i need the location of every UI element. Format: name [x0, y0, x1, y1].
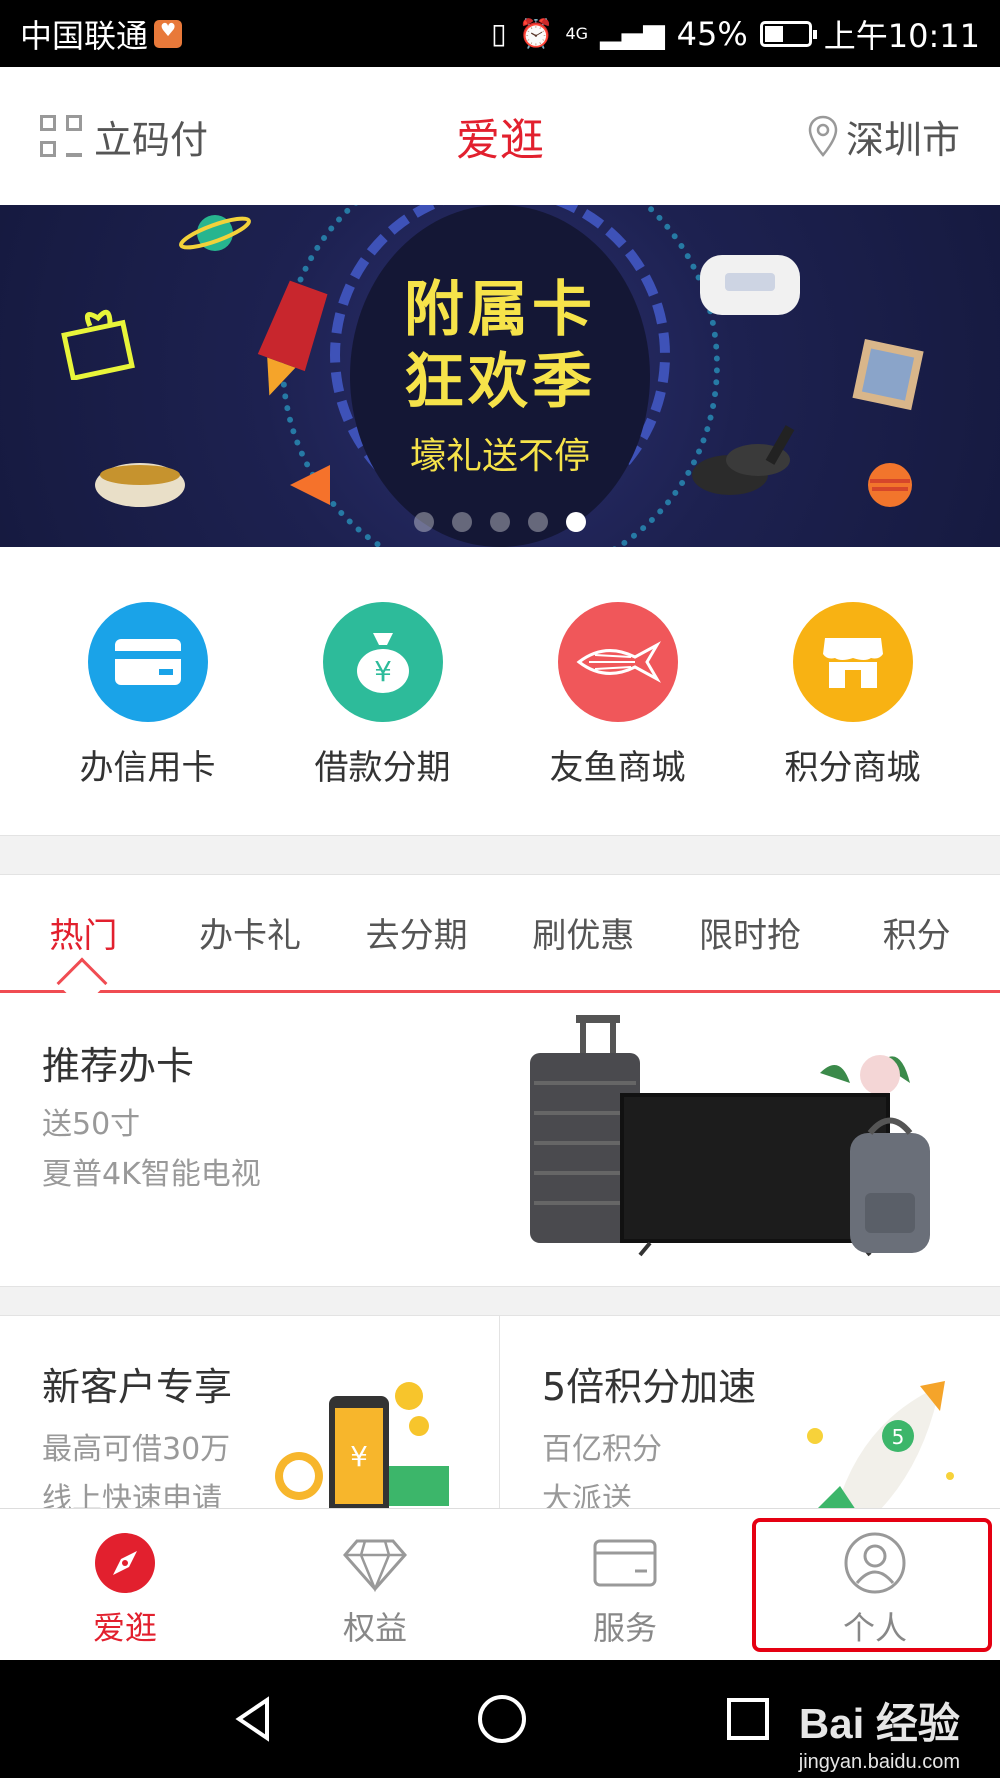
pagination-dot [452, 512, 472, 532]
promo-title: 新客户专享 [42, 1365, 233, 1409]
tab-points[interactable]: 积分 [833, 908, 1000, 957]
svg-text:¥: ¥ [350, 1440, 368, 1473]
watermark-main: Bai 经验 [798, 1700, 960, 1747]
tab-installment[interactable]: 去分期 [333, 908, 500, 957]
clock: 上午10:11 [823, 16, 980, 55]
health-app-icon [154, 19, 183, 48]
planet-icon [179, 215, 251, 251]
section-divider [0, 835, 1000, 875]
svg-text:¥: ¥ [374, 655, 392, 688]
quick-entry-label: 借款分期 [314, 748, 451, 788]
rocket-illustration: 5 [807, 1381, 954, 1508]
signal-icon: ▂▄▆ [600, 17, 665, 50]
quick-entry-credit-card[interactable]: 办信用卡 [48, 602, 248, 835]
quick-entries: 办信用卡 ¥ 借款分期 友鱼商城 积分商城 [0, 547, 1000, 835]
promo-line1: 百亿积分 [542, 1432, 662, 1467]
recommend-line1: 送50寸 [42, 1107, 141, 1142]
vibrate-icon: ▯ [491, 17, 507, 50]
quick-entry-points-mall[interactable]: 积分商城 [753, 602, 953, 835]
pagination-dot-active [566, 512, 586, 532]
tabbar-label: 服务 [592, 1609, 657, 1647]
tabbar-item-benefits[interactable]: 权益 [250, 1509, 500, 1660]
money-bag-icon: ¥ [322, 602, 443, 722]
quick-pay-label: 立码付 [94, 117, 209, 162]
banner-subtitle: 壕礼送不停 [409, 436, 590, 477]
tab-card-gift[interactable]: 办卡礼 [167, 908, 334, 957]
top-nav: 立码付 爱逛 深圳市 [0, 67, 1000, 205]
promo-card-points-boost[interactable]: 5倍积分加速 百亿积分 大派送 5 [500, 1316, 1000, 1508]
battery-percent: 45% [676, 14, 748, 53]
tabbar-label: 权益 [342, 1609, 407, 1647]
tab-hot[interactable]: 热门 [0, 908, 167, 957]
quick-entry-youyu-mall[interactable]: 友鱼商城 [518, 602, 718, 835]
recents-icon[interactable] [725, 1696, 771, 1742]
carrier-name: 中国联通 [20, 16, 149, 55]
tab-flash-sale[interactable]: 限时抢 [667, 908, 834, 957]
tabbar-label: 个人 [842, 1609, 907, 1647]
compass-icon [93, 1531, 157, 1595]
banner-title-line2: 狂欢季 [404, 347, 596, 417]
tabbar-item-services[interactable]: 服务 [500, 1509, 750, 1660]
promo-line1: 最高可借30万 [42, 1432, 231, 1467]
tv-luggage-backpack-image [530, 1015, 930, 1257]
status-bar: 中国联通 ▯ ⏰ 4G ▂▄▆ 45% 上午10:11 [0, 0, 1000, 67]
quick-entry-label: 积分商城 [784, 748, 921, 788]
recommend-card[interactable]: 推荐办卡 送50寸 夏普4K智能电视 [0, 993, 1000, 1286]
battery-icon [759, 20, 817, 47]
quick-entry-installment[interactable]: ¥ 借款分期 [283, 602, 483, 835]
bottom-tab-bar: 爱逛 权益 服务 个人 [0, 1508, 1000, 1660]
person-icon [843, 1531, 907, 1595]
diamond-icon [343, 1531, 407, 1595]
promo-banner[interactable]: 附属卡 狂欢季 壕礼送不停 [0, 205, 1000, 547]
promo-line2: 大派送 [542, 1482, 632, 1508]
watermark-sub: jingyan.baidu.com [798, 1751, 960, 1773]
card-icon [593, 1531, 657, 1595]
pagination-dot [528, 512, 548, 532]
quick-pay-button[interactable]: 立码付 [40, 109, 208, 164]
qr-code-icon [40, 115, 82, 157]
pagination-dot [490, 512, 510, 532]
status-left: 中国联通 [20, 11, 183, 57]
status-right: ▯ ⏰ 4G ▂▄▆ 45% 上午10:11 [491, 11, 980, 57]
tab-discount[interactable]: 刷优惠 [500, 908, 667, 957]
tabbar-item-browse[interactable]: 爱逛 [0, 1509, 250, 1660]
promo-card-new-customer[interactable]: 新客户专享 最高可借30万 线上快速申请 ¥ [0, 1316, 500, 1508]
recommend-title: 推荐办卡 [42, 1044, 195, 1088]
baidu-jingyan-watermark: Bai 经验 jingyan.baidu.com [799, 1690, 960, 1774]
city-selector[interactable]: 深圳市 [808, 109, 960, 164]
points-multiplier-badge: 5 [892, 1425, 905, 1449]
promo-title: 5倍积分加速 [542, 1365, 757, 1409]
quick-entry-label: 友鱼商城 [549, 748, 686, 788]
banner-pagination [0, 512, 1000, 532]
category-tabs: 热门 办卡礼 去分期 刷优惠 限时抢 积分 [0, 875, 1000, 993]
section-divider [0, 1286, 1000, 1316]
tabbar-item-personal[interactable]: 个人 [750, 1509, 1000, 1660]
phone-money-illustration: ¥ [275, 1382, 449, 1508]
store-icon [792, 602, 913, 722]
back-icon[interactable] [229, 1694, 279, 1744]
alarm-icon: ⏰ [518, 17, 554, 50]
fish-icon [557, 602, 678, 722]
pagination-dot [414, 512, 434, 532]
credit-card-icon [87, 602, 208, 722]
recommend-line2: 夏普4K智能电视 [42, 1157, 261, 1192]
city-label: 深圳市 [845, 117, 960, 162]
tabbar-label: 爱逛 [92, 1609, 157, 1647]
network-type: 4G [565, 24, 589, 43]
promo-line2: 线上快速申请 [42, 1482, 222, 1508]
location-pin-icon [808, 115, 838, 157]
home-icon[interactable] [476, 1693, 528, 1745]
quick-entry-label: 办信用卡 [79, 748, 216, 788]
